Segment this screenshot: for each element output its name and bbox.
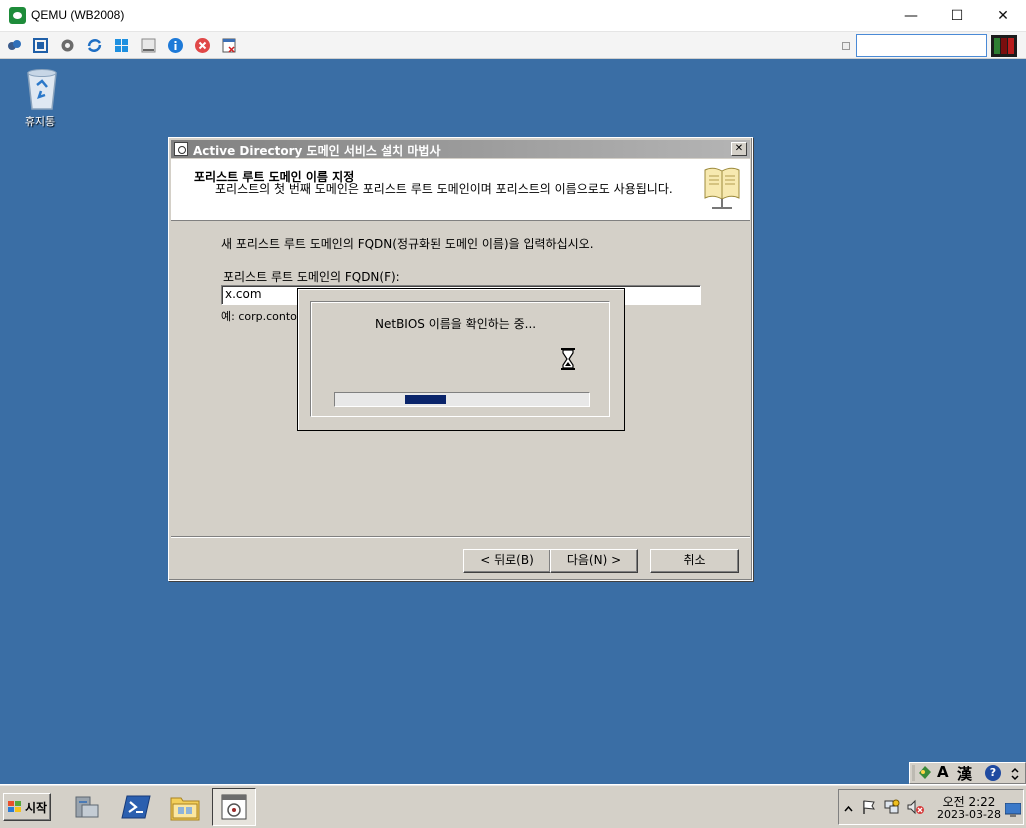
toolbar bbox=[0, 32, 1026, 59]
windows-icon[interactable] bbox=[112, 36, 131, 55]
progress-panel: NetBIOS 이름을 확인하는 중... bbox=[310, 301, 610, 417]
taskbar: 시작 오전 2:22 2023-03-28 bbox=[0, 784, 1026, 828]
wizard-title: Active Directory 도메인 서비스 설치 마법사 bbox=[193, 144, 441, 158]
ime-options-icon[interactable] bbox=[1010, 766, 1020, 781]
wizard-header: 포리스트 루트 도메인 이름 지정 포리스트의 첫 번째 도메인은 포리스트 루… bbox=[171, 159, 750, 221]
title-bar: QEMU (WB2008) — ☐ ✕ bbox=[0, 0, 1026, 32]
maximize-button[interactable]: ☐ bbox=[934, 0, 980, 32]
devices-icon[interactable] bbox=[5, 36, 24, 55]
gear-icon[interactable] bbox=[58, 36, 77, 55]
back-button[interactable]: < 뒤로(B) bbox=[463, 549, 551, 573]
window-title: QEMU (WB2008) bbox=[31, 8, 125, 22]
qemu-window: QEMU (WB2008) — ☐ ✕ 휴지통 Active Directory… bbox=[0, 0, 1026, 828]
file-explorer-icon[interactable] bbox=[163, 788, 207, 826]
next-button[interactable]: 다음(N) > bbox=[550, 549, 638, 573]
network-icon[interactable] bbox=[884, 799, 900, 815]
windows-logo-icon bbox=[7, 800, 23, 814]
tray-expand-icon[interactable] bbox=[844, 800, 853, 812]
wizard-header-subtitle: 포리스트의 첫 번째 도메인은 포리스트 루트 도메인이며 포리스트의 이름으로… bbox=[215, 182, 673, 196]
server-manager-icon[interactable] bbox=[64, 788, 108, 826]
start-label: 시작 bbox=[24, 800, 48, 815]
start-button[interactable]: 시작 bbox=[3, 793, 51, 821]
fullscreen-icon[interactable] bbox=[31, 36, 50, 55]
ime-hanja-button[interactable]: 漢 bbox=[957, 763, 972, 784]
recycle-bin-shortcut[interactable]: 휴지통 bbox=[16, 67, 64, 129]
cancel-button[interactable]: 취소 bbox=[650, 549, 739, 573]
color-swatch-icon[interactable] bbox=[991, 35, 1017, 61]
stop-icon[interactable] bbox=[193, 36, 212, 55]
fqdn-example-text: 예: corp.conto bbox=[221, 310, 297, 323]
info-icon[interactable] bbox=[166, 36, 185, 55]
wizard-app-icon bbox=[174, 142, 188, 156]
powershell-icon[interactable] bbox=[114, 788, 158, 826]
progress-message: NetBIOS 이름을 확인하는 중... bbox=[375, 317, 537, 331]
fqdn-label: 포리스트 루트 도메인의 FQDN(F): bbox=[223, 270, 400, 284]
wizard-close-button[interactable]: ✕ bbox=[731, 142, 747, 156]
toolbar-toggle-icon[interactable] bbox=[842, 42, 850, 50]
book-icon bbox=[702, 164, 742, 212]
action-center-flag-icon[interactable] bbox=[861, 799, 877, 815]
show-desktop-icon[interactable] bbox=[1004, 802, 1022, 817]
ime-mode-a-button[interactable]: A bbox=[937, 763, 949, 781]
minimize-button[interactable]: — bbox=[888, 0, 934, 32]
terminal-icon[interactable] bbox=[139, 36, 158, 55]
ime-help-button[interactable]: ? bbox=[985, 765, 1001, 781]
toolbar-search-input[interactable] bbox=[856, 34, 987, 57]
hourglass-icon bbox=[561, 348, 575, 370]
progress-dialog: NetBIOS 이름을 확인하는 중... bbox=[297, 288, 625, 431]
taskbar-wizard-button[interactable] bbox=[212, 788, 256, 826]
wizard-separator bbox=[171, 536, 750, 538]
refresh-icon[interactable] bbox=[85, 36, 104, 55]
snapshot-icon[interactable] bbox=[220, 36, 239, 55]
volume-muted-icon[interactable] bbox=[907, 799, 925, 815]
ime-language-bar: A 漢 ? bbox=[909, 762, 1026, 784]
progress-bar bbox=[334, 392, 590, 407]
qemu-app-icon bbox=[9, 7, 26, 24]
close-button[interactable]: ✕ bbox=[980, 0, 1026, 32]
recycle-bin-icon bbox=[25, 67, 57, 110]
system-tray: 오전 2:22 2023-03-28 bbox=[838, 789, 1024, 825]
progress-fill bbox=[405, 395, 446, 404]
recycle-bin-label: 휴지통 bbox=[24, 115, 56, 128]
fqdn-prompt: 새 포리스트 루트 도메인의 FQDN(정규화된 도메인 이름)을 입력하십시오… bbox=[221, 237, 594, 251]
clock-date[interactable]: 2023-03-28 bbox=[935, 808, 1003, 821]
wizard-title-bar: Active Directory 도메인 서비스 설치 마법사 ✕ bbox=[171, 140, 750, 158]
